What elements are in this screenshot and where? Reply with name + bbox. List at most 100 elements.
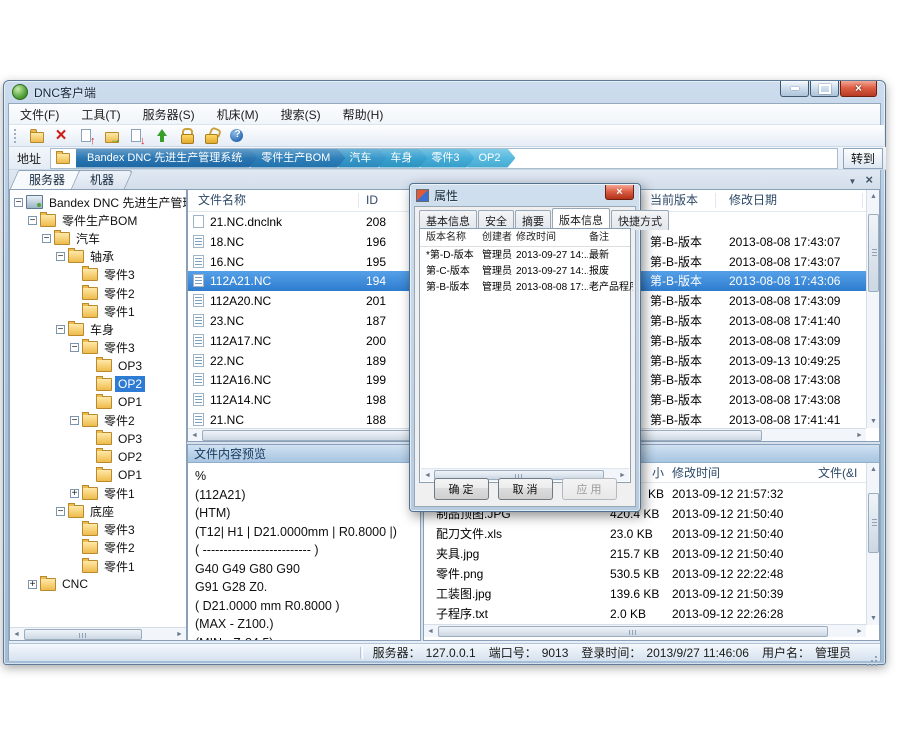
toolbar-grip[interactable] (14, 129, 18, 143)
attachment-row[interactable]: 夹具.jpg215.7 KB2013-09-12 21:50:40 (424, 544, 866, 564)
new-folder-button[interactable] (28, 127, 46, 145)
column-header-file[interactable]: 文件(&I (818, 463, 857, 484)
dialog-titlebar[interactable]: 属性 (411, 185, 639, 205)
menu-item[interactable]: 服务器(S) (132, 103, 206, 126)
tree-item[interactable]: +CNC (28, 575, 91, 593)
column-separator[interactable] (862, 193, 863, 208)
lock-button[interactable] (178, 127, 196, 145)
minimize-button[interactable] (780, 81, 809, 97)
tree-item[interactable]: OP3 (84, 357, 145, 375)
version-row[interactable]: 第-B-版本管理员2013-08-08 17:...老产品程序 (420, 280, 630, 296)
unlock-button[interactable] (203, 127, 221, 145)
column-header-current-version[interactable]: 当前版本 (650, 190, 698, 211)
tree-item[interactable]: 零件2 (70, 539, 138, 557)
breadcrumb-segment[interactable]: 零件生产BOM (250, 149, 345, 168)
tree-item[interactable]: 零件3 (70, 521, 138, 539)
scroll-thumb[interactable] (868, 493, 879, 553)
scroll-left-button[interactable]: ◄ (10, 628, 23, 641)
tree-toggle-icon[interactable]: − (42, 234, 51, 243)
tree-horizontal-scrollbar[interactable]: ◄ ► (10, 627, 186, 640)
tree-item[interactable]: −轴承 (56, 248, 117, 266)
column-header-file-name[interactable]: 文件名称 (198, 190, 246, 211)
scroll-thumb[interactable] (868, 214, 879, 292)
scroll-right-button[interactable]: ► (173, 628, 186, 641)
address-input[interactable]: Bandex DNC 先进生产管理系统零件生产BOM汽车车身零件3OP2 (50, 148, 838, 169)
breadcrumb-segment[interactable]: OP2 (467, 149, 515, 168)
attachments-vertical-scrollbar[interactable]: ▲ ▼ (866, 463, 879, 625)
upload-button[interactable] (153, 127, 171, 145)
attachment-row[interactable]: 配刀文件.xls23.0 KB2013-09-12 21:50:40 (424, 524, 866, 544)
menu-item[interactable]: 搜索(S) (270, 103, 332, 126)
scroll-right-button[interactable]: ► (853, 625, 866, 638)
column-header-version-name[interactable]: 版本名称 (426, 229, 480, 246)
tree-item[interactable]: OP2 (84, 448, 145, 466)
tree-item[interactable]: −零件3 (70, 339, 138, 357)
tree-item[interactable]: +零件1 (70, 484, 138, 502)
pane-collapse-icon[interactable] (848, 173, 856, 187)
version-row[interactable]: *第-D-版本管理员2013-09-27 14:...最新 (420, 248, 630, 264)
dialog-tab[interactable]: 摘要 (515, 210, 551, 230)
tree-item[interactable]: OP2 (84, 375, 145, 393)
dialog-tab[interactable]: 版本信息 (552, 208, 610, 230)
dialog-close-button[interactable] (605, 185, 634, 200)
tree-item[interactable]: −底座 (56, 502, 117, 520)
column-header-modified-date[interactable]: 修改日期 (729, 190, 777, 211)
tree-item[interactable]: −车身 (56, 320, 117, 338)
resize-grip-icon[interactable] (875, 656, 877, 658)
tab-machine[interactable]: 机器 (75, 170, 129, 189)
column-separator[interactable] (358, 193, 359, 208)
column-header-remark[interactable]: 备注 (589, 229, 633, 246)
tab-server[interactable]: 服务器 (14, 170, 80, 189)
tree-toggle-icon[interactable]: − (70, 416, 79, 425)
breadcrumb-segment[interactable]: Bandex DNC 先进生产管理系统 (76, 149, 257, 168)
dialog-apply-button[interactable]: 应 用 (562, 478, 617, 500)
tree-toggle-icon[interactable]: − (28, 216, 37, 225)
tree-toggle-icon[interactable]: + (28, 580, 37, 589)
dialog-ok-button[interactable]: 确 定 (434, 478, 489, 500)
attachment-row[interactable]: 子程序.txt2.0 KB2013-09-12 22:26:28 (424, 604, 866, 624)
column-header-id[interactable]: ID (366, 190, 378, 211)
tree-toggle-icon[interactable]: − (56, 325, 65, 334)
close-button[interactable]: × (840, 81, 877, 97)
help-button[interactable] (228, 127, 246, 145)
tree-toggle-icon[interactable]: − (56, 507, 65, 516)
breadcrumb-segment[interactable]: 零件3 (420, 149, 474, 168)
version-row[interactable]: 第-C-版本管理员2013-09-27 14:...报废 (420, 264, 630, 280)
column-separator[interactable] (715, 193, 716, 208)
checkout-button[interactable] (128, 127, 146, 145)
tree-item[interactable]: 零件1 (70, 557, 138, 575)
scroll-left-button[interactable]: ◄ (424, 625, 437, 638)
tree-item[interactable]: −Bandex DNC 先进生产管理系统 (14, 193, 187, 211)
go-button[interactable]: 转到 (843, 148, 883, 169)
dialog-tab[interactable]: 基本信息 (419, 210, 477, 230)
scroll-thumb[interactable] (24, 629, 142, 640)
export-button[interactable] (103, 127, 121, 145)
tree-toggle-icon[interactable]: − (56, 252, 65, 261)
scroll-up-button[interactable]: ▲ (867, 190, 880, 203)
dialog-tab[interactable]: 快捷方式 (611, 210, 669, 230)
breadcrumb-segment[interactable]: 汽车 (338, 149, 386, 168)
tree-item[interactable]: 零件1 (70, 302, 138, 320)
attachment-row[interactable]: 零件.png530.5 KB2013-09-12 22:22:48 (424, 564, 866, 584)
menu-item[interactable]: 工具(T) (70, 103, 131, 126)
file-list-vertical-scrollbar[interactable]: ▲ ▼ (866, 190, 879, 428)
menu-item[interactable]: 帮助(H) (332, 103, 395, 126)
dialog-tab[interactable]: 安全 (478, 210, 514, 230)
dialog-cancel-button[interactable]: 取 消 (498, 478, 553, 500)
tree-item[interactable]: OP1 (84, 466, 145, 484)
column-header-modified-time[interactable]: 修改时间 (516, 229, 588, 246)
scroll-up-button[interactable]: ▲ (867, 463, 880, 476)
attachment-row[interactable]: 工装图.jpg139.6 KB2013-09-12 21:50:39 (424, 584, 866, 604)
checkin-button[interactable] (78, 127, 96, 145)
scroll-down-button[interactable]: ▼ (867, 612, 880, 625)
tree-item[interactable]: −汽车 (42, 229, 103, 247)
column-header-creator[interactable]: 创建者 (482, 229, 515, 246)
breadcrumb-segment[interactable]: 车身 (379, 149, 427, 168)
attachments-horizontal-scrollbar[interactable]: ◄ ► (424, 624, 866, 637)
tree-toggle-icon[interactable]: + (70, 489, 79, 498)
scroll-down-button[interactable]: ▼ (867, 415, 880, 428)
tree-toggle-icon[interactable]: − (70, 343, 79, 352)
scroll-right-button[interactable]: ► (853, 429, 866, 442)
tree-item[interactable]: OP1 (84, 393, 145, 411)
delete-button[interactable] (53, 127, 71, 145)
